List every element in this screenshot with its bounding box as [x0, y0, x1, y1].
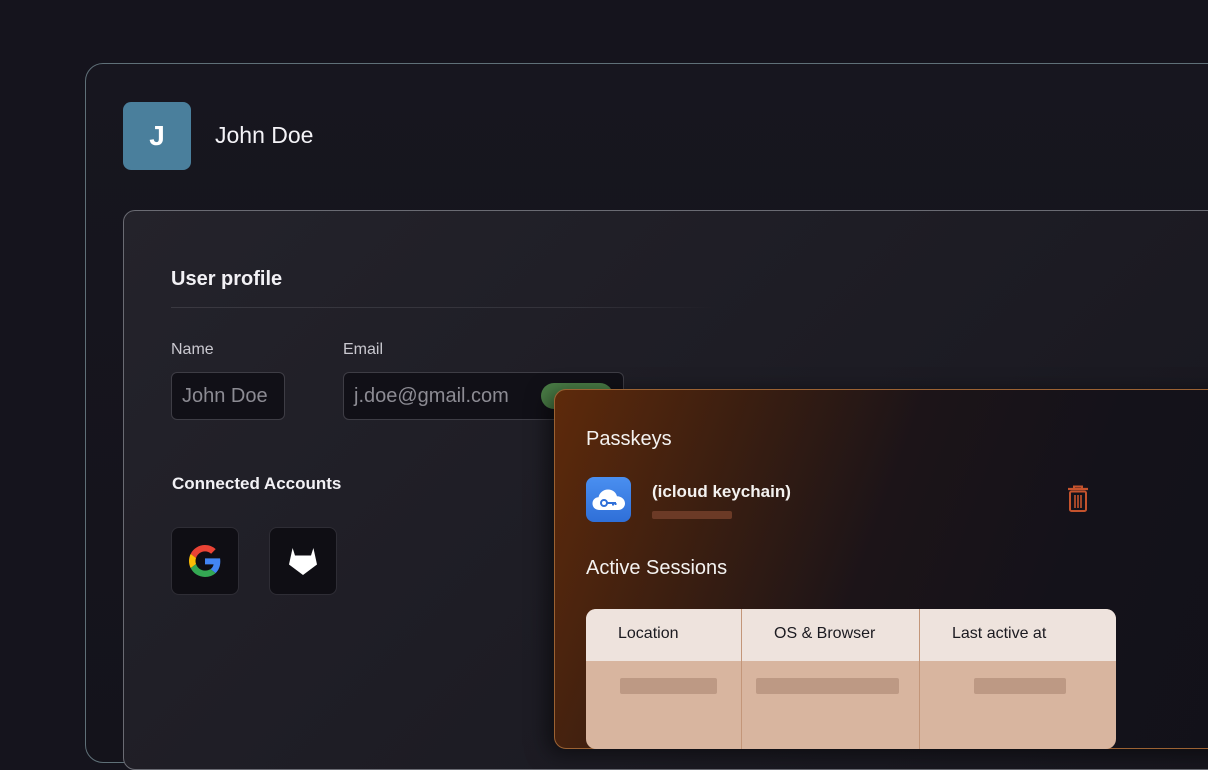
delete-passkey-button[interactable] [1064, 484, 1092, 514]
column-header-last-active: Last active at [952, 625, 1047, 642]
name-label: Name [171, 341, 214, 358]
name-field[interactable]: John Doe [171, 372, 285, 420]
table-cell-placeholder [974, 678, 1066, 694]
avatar: J [123, 102, 191, 170]
email-label: Email [343, 341, 384, 358]
user-name: John Doe [215, 122, 314, 148]
email-field-value: j.doe@gmail.com [354, 384, 509, 407]
sessions-table: Location OS & Browser Last active at [586, 609, 1116, 749]
passkey-detail-placeholder [652, 511, 732, 519]
gitlab-icon [289, 548, 317, 575]
google-account-button[interactable] [171, 527, 239, 595]
table-cell-placeholder [756, 678, 899, 694]
connected-accounts-title: Connected Accounts [172, 474, 342, 493]
table-column: Location [586, 609, 741, 749]
column-header-os-browser: OS & Browser [774, 625, 876, 642]
table-column: Last active at [919, 609, 1116, 749]
section-title: User profile [171, 268, 283, 290]
name-field-value: John Doe [182, 384, 268, 407]
google-icon [189, 545, 221, 577]
avatar-initial: J [149, 120, 165, 151]
cloud-key-icon [586, 477, 631, 522]
table-cell-placeholder [620, 678, 717, 694]
passkeys-title: Passkeys [586, 428, 672, 450]
column-header-location: Location [618, 625, 679, 642]
section-divider [171, 307, 716, 308]
sessions-title: Active Sessions [586, 557, 728, 579]
gitlab-account-button[interactable] [269, 527, 337, 595]
table-column: OS & Browser [741, 609, 919, 749]
trash-icon [1068, 485, 1088, 512]
passkey-name: (icloud keychain) [652, 482, 791, 501]
